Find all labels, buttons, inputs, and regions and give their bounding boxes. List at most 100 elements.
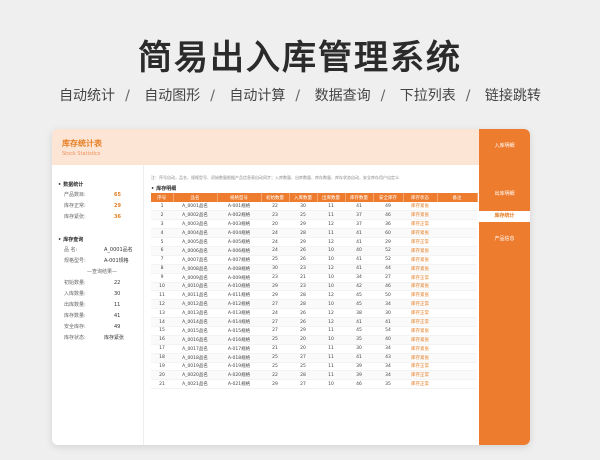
table-cell: 11 <box>317 362 345 372</box>
summary-title: 数据统计 <box>58 181 83 188</box>
table-cell: 46 <box>345 379 373 390</box>
feature-separator: / <box>380 88 386 104</box>
table-row[interactable]: 3 A_0003品名 A-003规格 20 29 12 37 36 库存正常 <box>151 219 477 230</box>
column-header: 品名 <box>173 193 218 202</box>
query-row: 库存数量: 41 <box>64 313 121 319</box>
table-row[interactable]: 17 A_0017品名 A-017规格 21 20 11 30 34 库存紧张 <box>151 344 477 354</box>
query-spec-field[interactable]: 规格型号: A-001规格 <box>64 257 140 265</box>
table-cell: 8 <box>151 264 173 274</box>
column-header: 初始数量 <box>261 193 290 202</box>
table-cell: A-009规格 <box>217 273 261 283</box>
column-header: 库存数量 <box>345 193 374 202</box>
table-cell: 29 <box>261 290 289 301</box>
table-row[interactable]: 1 A_0001品名 A-001规格 22 30 11 41 49 库存紧张 <box>151 202 477 212</box>
table-cell: 库存紧张 <box>403 326 437 336</box>
table-cell: 13 <box>151 308 173 319</box>
table-cell: A-005规格 <box>217 237 261 247</box>
table-cell: A_0018品名 <box>173 353 217 363</box>
table-row[interactable]: 16 A_0016品名 A-016规格 25 20 10 35 40 库存紧张 <box>151 335 477 345</box>
table-row[interactable]: 18 A_0018品名 A-018规格 25 27 11 41 43 库存紧张 <box>151 353 477 363</box>
table-cell: A-020规格 <box>217 370 261 381</box>
table-cell: 52 <box>373 255 403 265</box>
table-row[interactable]: 7 A_0007品名 A-007规格 25 26 10 41 52 库存紧张 <box>151 255 477 265</box>
table-cell: 54 <box>373 326 403 336</box>
table-cell: 28 <box>289 228 317 239</box>
nav-item-outbound[interactable]: 出库明细 <box>479 189 530 200</box>
table-row[interactable]: 20 A_0020品名 A-020规格 22 28 11 39 34 库存正常 <box>151 370 477 381</box>
feature-6: 链接跳转 <box>484 88 541 104</box>
table-cell: 9 <box>151 273 173 283</box>
query-name-field[interactable]: 品 名: A_0001品名 <box>64 246 140 254</box>
table-cell: 27 <box>289 353 317 363</box>
table-cell: A-003规格 <box>217 219 261 230</box>
table-row[interactable]: 8 A_0008品名 A-008规格 30 23 12 41 44 库存紧张 <box>151 264 477 274</box>
table-row[interactable]: 10 A_0010品名 A-010规格 29 23 10 42 46 库存紧张 <box>151 282 477 292</box>
detail-title: 库存明细 <box>151 185 176 192</box>
table-row[interactable]: 21 A_0021品名 A-021规格 29 27 10 46 35 库存正常 <box>151 379 477 390</box>
table-cell: A_0004品名 <box>173 228 217 239</box>
nav-item-products[interactable]: 产品信息 <box>479 234 530 245</box>
query-spec-value[interactable]: A-001规格 <box>104 257 129 265</box>
summary-value: 65 <box>114 192 121 198</box>
table-cell <box>437 335 477 345</box>
table-cell: 11 <box>317 202 345 212</box>
table-cell: 库存正常 <box>403 370 437 381</box>
table-cell: A_0013品名 <box>173 308 217 319</box>
table-cell: 26 <box>289 317 317 327</box>
table-row[interactable]: 12 A_0012品名 A-012规格 27 28 10 45 34 库存正常 <box>151 299 477 310</box>
table-cell: 24 <box>261 237 289 247</box>
feature-separator: / <box>125 88 130 104</box>
query-row: 入库数量: 30 <box>64 291 121 297</box>
table-cell: 41 <box>345 255 373 265</box>
sheet-header: 库存统计表 Stock Statistics <box>52 129 479 165</box>
table-cell: 29 <box>261 282 289 292</box>
table-cell: 25 <box>261 255 289 265</box>
table-cell: 3 <box>151 219 173 230</box>
table-row[interactable]: 2 A_0002品名 A-002规格 23 25 11 37 46 库存紧张 <box>151 210 477 221</box>
table-row[interactable]: 6 A_0006品名 A-006规格 24 26 10 40 52 库存紧张 <box>151 246 477 256</box>
table-row[interactable]: 9 A_0009品名 A-009规格 23 21 10 34 27 库存正常 <box>151 273 477 283</box>
sheet-title: 库存统计表 <box>62 139 102 148</box>
table-cell: A-008规格 <box>217 264 261 274</box>
nav-item-stock[interactable]: 库存统计 <box>479 211 530 222</box>
table-cell: 21 <box>289 273 317 283</box>
table-row[interactable]: 15 A_0015品名 A-015规格 27 29 11 45 54 库存紧张 <box>151 326 477 336</box>
table-row[interactable]: 5 A_0005品名 A-005规格 24 29 12 41 29 库存正常 <box>151 237 477 247</box>
table-cell: 16 <box>151 335 173 345</box>
table-cell: 23 <box>261 273 289 283</box>
table-row[interactable]: 11 A_0011品名 A-011规格 29 28 12 45 50 库存紧张 <box>151 290 477 301</box>
column-header: 备注 <box>437 193 478 202</box>
nav-item-inbound[interactable]: 入库明细 <box>479 141 530 152</box>
table-cell: 43 <box>373 353 403 363</box>
table-cell: 34 <box>345 273 373 283</box>
table-cell: 45 <box>345 299 373 310</box>
query-row: 库存状态: 库存紧张 <box>64 335 125 341</box>
table-cell: 39 <box>345 370 373 381</box>
table-cell <box>437 379 477 390</box>
table-cell: 27 <box>373 273 403 283</box>
table-cell: 库存正常 <box>403 308 437 319</box>
table-cell <box>437 299 477 310</box>
table-cell: 25 <box>261 362 289 372</box>
table-cell: 库存紧张 <box>403 210 437 221</box>
table-cell <box>437 219 477 230</box>
table-cell <box>437 290 477 301</box>
table-cell: 40 <box>373 335 403 345</box>
table-cell: 库存正常 <box>403 237 437 247</box>
table-cell <box>437 344 477 354</box>
table-cell: 21 <box>261 344 289 354</box>
table-cell: A_0005品名 <box>173 237 217 247</box>
table-cell: A-004规格 <box>217 228 261 239</box>
table-cell: 11 <box>317 370 345 381</box>
table-cell <box>437 246 477 256</box>
table-cell: 库存紧张 <box>403 246 437 256</box>
table-row[interactable]: 4 A_0004品名 A-004规格 24 28 11 41 60 库存紧张 <box>151 228 477 239</box>
table-row[interactable]: 13 A_0013品名 A-013规格 24 26 12 38 30 库存正常 <box>151 308 477 319</box>
table-row[interactable]: 14 A_0014品名 A-014规格 27 26 12 41 41 库存正常 <box>151 317 477 327</box>
table-row[interactable]: 19 A_0019品名 A-019规格 25 25 11 39 34 库存正常 <box>151 362 477 372</box>
detail-area: 注：序号自动，品名、规格型号、初始数量根据产品信息表自动同步；入库数量、出库数量… <box>147 165 478 445</box>
table-cell: 库存正常 <box>403 273 437 283</box>
query-name-value[interactable]: A_0001品名 <box>104 246 133 254</box>
table-cell: 40 <box>345 246 373 256</box>
summary-panel: 数据统计 产品数目:65 库存正常:29 库存紧张:36 库存查询 品 名:A_… <box>52 165 144 445</box>
